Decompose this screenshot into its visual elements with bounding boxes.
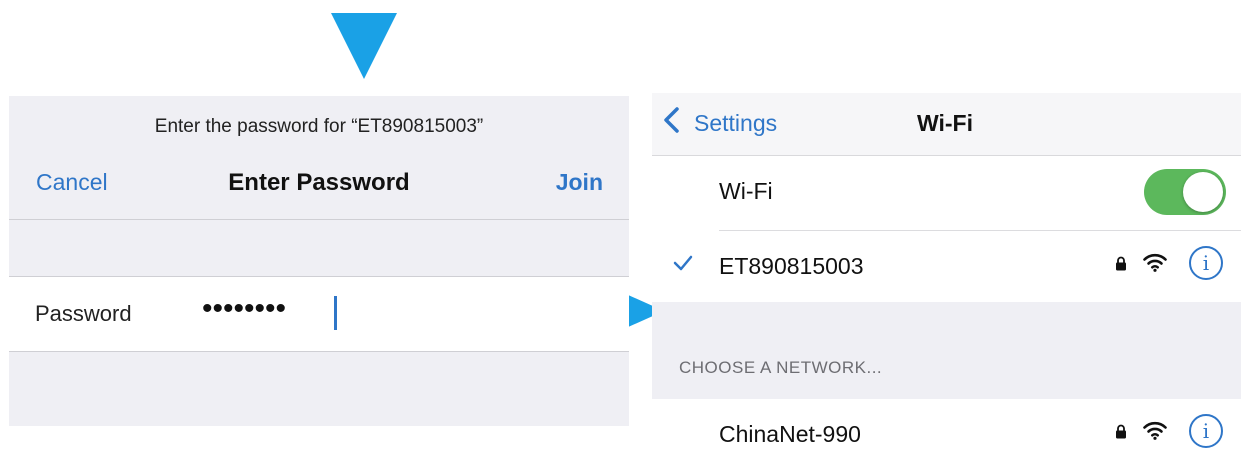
enter-password-dialog: Enter the password for “ET890815003” Ent… (9, 96, 629, 426)
section-header: CHOOSE A NETWORK... (679, 358, 883, 377)
wifi-settings-screen: Settings Wi-Fi Wi-Fi ET890815003 i CHOOS… (652, 93, 1241, 469)
chevron-left-icon[interactable] (662, 107, 680, 133)
info-icon[interactable]: i (1189, 246, 1223, 280)
connected-network-name: ET890815003 (719, 253, 864, 279)
text-cursor (334, 296, 337, 330)
wifi-signal-icon (1143, 253, 1167, 272)
password-field[interactable]: Password •••••••• (9, 277, 629, 351)
section-background: CHOOSE A NETWORK... (652, 302, 1241, 399)
password-prompt-message: Enter the password for “ET890815003” (154, 116, 484, 137)
page-title: Wi-Fi (917, 110, 973, 136)
lock-icon (1116, 256, 1126, 271)
network-name: ChinaNet-990 (719, 421, 861, 447)
password-input[interactable]: •••••••• (202, 292, 286, 326)
wifi-toggle-row: Wi-Fi (652, 156, 1241, 226)
cancel-button[interactable]: Cancel (36, 169, 108, 196)
navigation-bar: Settings Wi-Fi (652, 93, 1241, 156)
arrow-down-icon (331, 13, 397, 79)
wifi-signal-icon (1143, 421, 1167, 440)
back-button[interactable]: Settings (694, 110, 777, 137)
network-row[interactable]: ChinaNet-990 i (652, 399, 1241, 469)
checkmark-icon (673, 255, 693, 271)
wifi-toggle-label: Wi-Fi (719, 178, 773, 204)
header-divider (9, 219, 629, 220)
join-button[interactable]: Join (556, 169, 603, 196)
password-label: Password (35, 301, 132, 326)
info-icon[interactable]: i (1189, 414, 1223, 448)
row-divider (9, 351, 629, 352)
toggle-knob (1183, 172, 1223, 212)
wifi-toggle[interactable] (1144, 169, 1226, 215)
lock-icon (1116, 424, 1126, 439)
connected-network-row[interactable]: ET890815003 i (652, 231, 1241, 301)
